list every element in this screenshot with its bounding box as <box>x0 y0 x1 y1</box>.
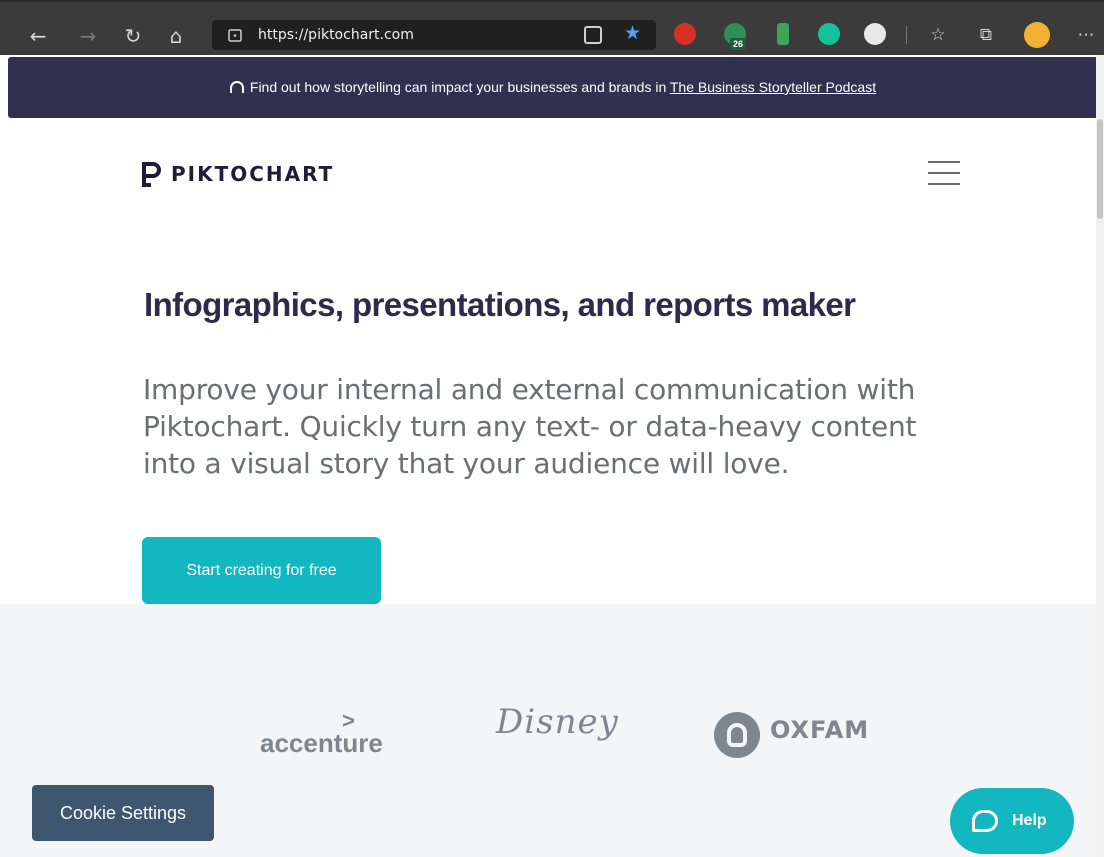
collections-icon[interactable]: ⧉ <box>972 22 1000 48</box>
browser-toolbar: ← → ↻ ⌂ https://piktochart.com ★ 26 ☆ ⧉ … <box>0 0 1104 55</box>
accenture-chevron-icon: > <box>342 708 355 733</box>
logo-text: PIKTOCHART <box>171 162 335 186</box>
address-bar[interactable]: https://piktochart.com ★ <box>212 20 656 50</box>
disney-logo: Disney <box>496 702 619 742</box>
refresh-icon[interactable]: ↻ <box>117 22 149 50</box>
hero-title: Infographics, presentations, and reports… <box>144 286 856 323</box>
favorite-star-icon[interactable]: ★ <box>624 22 641 44</box>
key-extension-icon[interactable] <box>777 23 789 45</box>
more-menu-icon[interactable]: ⋯ <box>1072 22 1100 48</box>
toolbar-divider <box>906 26 907 44</box>
announcement-text: Find out how storytelling can impact you… <box>249 79 667 95</box>
oxfam-mark-icon <box>714 712 760 758</box>
cookie-settings-button[interactable]: Cookie Settings <box>32 785 214 841</box>
immersive-reader-icon[interactable] <box>584 26 602 44</box>
podcast-link[interactable]: The Business Storyteller Podcast <box>670 79 876 95</box>
home-icon[interactable]: ⌂ <box>160 22 192 50</box>
accenture-text: accenture <box>260 728 383 758</box>
piktochart-logo[interactable]: PIKTOCHART <box>141 160 334 188</box>
page-info-icon[interactable] <box>228 26 242 42</box>
hamburger-menu-icon[interactable] <box>928 161 960 185</box>
headphones-icon <box>229 81 244 93</box>
page-scrollbar[interactable] <box>1096 55 1104 857</box>
extension-red-icon[interactable] <box>674 23 696 45</box>
profile-avatar[interactable] <box>1024 22 1050 48</box>
accenture-logo: > accenture <box>260 708 383 759</box>
url-text: https://piktochart.com <box>258 27 414 43</box>
hero-subtitle: Improve your internal and external commu… <box>143 373 917 480</box>
chat-bubble-icon <box>972 810 998 832</box>
tab-strip <box>0 0 1104 2</box>
favorites-icon[interactable]: ☆ <box>924 22 952 48</box>
logo-mark-icon <box>142 162 161 187</box>
forward-icon[interactable]: → <box>72 22 104 50</box>
extension-badge: 26 <box>730 38 747 50</box>
document-extension-icon[interactable] <box>864 23 886 45</box>
help-label: Help <box>1012 812 1047 829</box>
start-creating-button[interactable]: Start creating for free <box>142 537 381 604</box>
back-icon[interactable]: ← <box>22 22 54 50</box>
scrollbar-thumb[interactable] <box>1097 119 1103 219</box>
help-button[interactable]: Help <box>950 788 1074 854</box>
oxfam-logo: OXFAM <box>770 716 870 744</box>
announcement-banner: Find out how storytelling can impact you… <box>8 57 1098 118</box>
grammarly-icon[interactable] <box>818 23 840 45</box>
